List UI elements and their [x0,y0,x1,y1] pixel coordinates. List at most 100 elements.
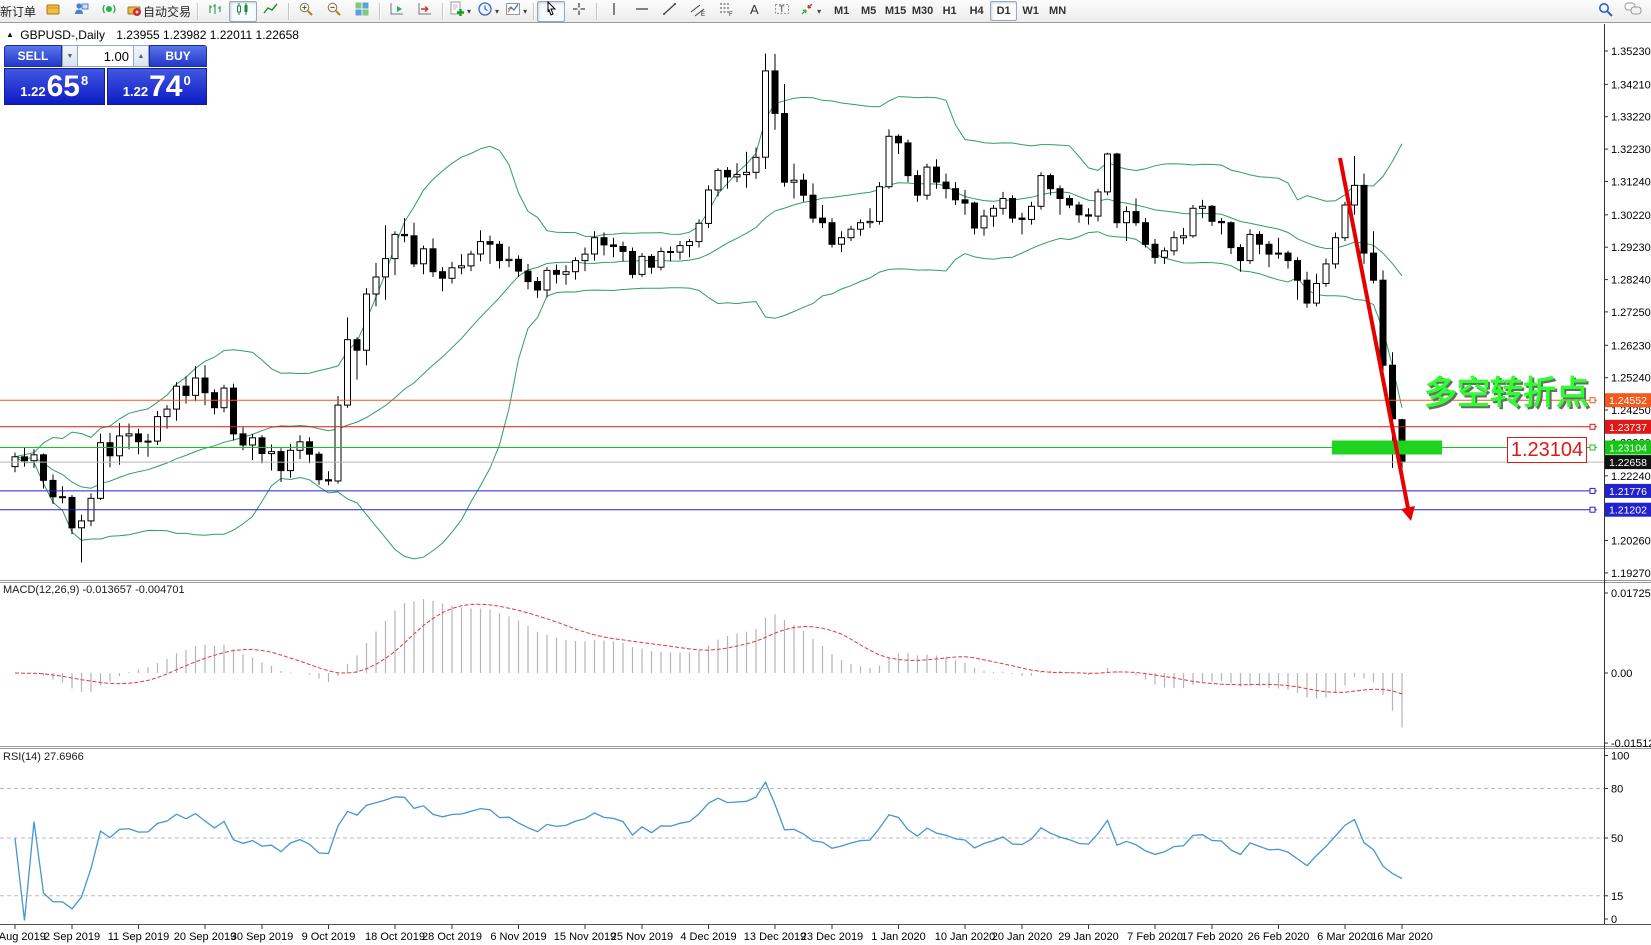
price-tick-label: 1.29230 [1611,242,1651,254]
community-button[interactable] [67,1,95,22]
arrows-shapes-icon [799,1,815,22]
svg-text:F: F [729,12,733,17]
timeframe-button-d1[interactable]: D1 [990,1,1017,21]
chart-line-icon [263,1,279,22]
arrows-shapes-button[interactable]: ▾ [796,1,824,22]
chat-button[interactable] [1619,1,1647,22]
text-icon: A [746,1,762,22]
date-label: 23 Aug 2019 [0,931,46,943]
timeframe-button-h1[interactable]: H1 [936,1,963,21]
volume-input[interactable] [78,45,133,67]
zoom-out-button[interactable] [320,1,348,22]
timeframe-button-h4[interactable]: H4 [963,1,990,21]
top-toolbar: 新订单 自动交易 ▾▾▾EFAT▾ M1M5M15M30H1H4D1W1MN [0,0,1651,23]
fibonacci-button[interactable]: F [712,1,740,22]
horizontal-line-button[interactable] [628,1,656,22]
timeframe-button-m15[interactable]: M15 [882,1,909,21]
sell-price-big: 65 [47,72,80,102]
market-button[interactable] [39,1,67,22]
macd-tick-label: 0.00 [1611,668,1632,680]
sell-price-display[interactable]: 1.22 65 8 [4,68,105,105]
line-anchor[interactable] [1590,445,1595,450]
templates-icon [505,1,521,22]
rsi-indicator-label: RSI(14) 27.6966 [3,751,84,763]
price-tick-label: 1.26230 [1611,340,1651,352]
timeframe-button-mn[interactable]: MN [1044,1,1071,21]
rsi-line [15,782,1402,920]
price-badge-label: 1.23104 [1609,443,1647,455]
macd-tick-label: 0.017252 [1611,588,1651,600]
text-button[interactable]: A [740,1,768,22]
turning-point-annotation: 多空转折点 [1424,366,1589,414]
toolbar-separator [442,3,443,20]
date-label: 25 Nov 2019 [611,931,673,943]
text-label-button[interactable]: T [768,1,796,22]
chart-line-button[interactable] [257,1,285,22]
price-tick-label: 1.22240 [1611,471,1651,483]
periods-button[interactable]: ▾ [474,1,502,22]
text-label-icon: T [774,1,790,22]
signals-icon [101,1,117,22]
chart-expand-icon[interactable]: ▲ [6,30,14,39]
rsi-tick-label: 50 [1611,833,1623,845]
tile-windows-button[interactable] [348,1,376,22]
buy-price-sup: 0 [183,73,190,88]
zoom-in-button[interactable] [292,1,320,22]
one-click-trade-panel: SELL ▼ ▲ BUY 1.22 65 8 1.22 74 0 [4,45,207,105]
vertical-line-button[interactable] [600,1,628,22]
chart-candles-button[interactable] [229,1,257,22]
main-pane [12,54,1405,563]
vertical-line-icon [606,1,622,22]
date-label: 6 Mar 2020 [1317,931,1373,943]
indicators-icon [449,1,465,22]
trendline-button[interactable] [656,1,684,22]
highlight-rectangle[interactable] [1332,441,1442,455]
line-anchor[interactable] [1590,398,1595,403]
chart-shift-button[interactable] [411,1,439,22]
price-tick-label: 1.27250 [1611,307,1651,319]
tile-windows-icon [354,1,370,22]
chart-canvas[interactable]: 1.352301.342101.332201.322301.312401.302… [0,0,1651,945]
timeframe-button-m1[interactable]: M1 [828,1,855,21]
signals-button[interactable] [95,1,123,22]
line-anchor[interactable] [1590,424,1595,429]
volume-decrease-button[interactable]: ▼ [62,45,78,67]
community-icon [73,1,89,22]
date-label: 6 Nov 2019 [490,931,546,943]
toolbar-separator [288,3,289,20]
price-badge-label: 1.21202 [1609,505,1647,517]
periods-icon [477,1,493,22]
new-order-button[interactable]: 新订单 [2,1,39,22]
chart-bars-button[interactable] [201,1,229,22]
date-label: 7 Feb 2020 [1127,931,1183,943]
timeframe-button-m5[interactable]: M5 [855,1,882,21]
date-label: 11 Sep 2019 [108,931,170,943]
date-label: 29 Jan 2020 [1058,931,1119,943]
candles-layer [12,54,1405,563]
timeframe-button-m30[interactable]: M30 [909,1,936,21]
date-label: 18 Oct 2019 [365,931,425,943]
crosshair-button[interactable] [565,1,593,22]
sell-button[interactable]: SELL [4,45,62,67]
indicators-button[interactable]: ▾ [446,1,474,22]
channel-button[interactable]: E [684,1,712,22]
volume-increase-button[interactable]: ▲ [133,45,149,67]
cursor-button[interactable] [537,1,565,22]
templates-button[interactable]: ▾ [502,1,530,22]
line-anchor[interactable] [1590,488,1595,493]
price-badge-label: 1.23737 [1609,422,1647,434]
date-label: 4 Dec 2019 [680,931,736,943]
buy-button[interactable]: BUY [149,45,207,67]
toolbar-separator [197,3,198,20]
auto-scroll-button[interactable] [383,1,411,22]
timeframe-button-w1[interactable]: W1 [1017,1,1044,21]
auto-trading-button[interactable]: 自动交易 [123,1,194,22]
search-button[interactable] [1591,1,1619,22]
chart-bars-icon [207,1,223,22]
rsi-tick-label: 80 [1611,784,1623,796]
line-anchor[interactable] [1590,507,1595,512]
buy-price-display[interactable]: 1.22 74 0 [107,68,208,105]
trend-arrow-line[interactable] [1340,158,1408,508]
price-tick-label: 1.34210 [1611,79,1651,91]
dropdown-caret-icon: ▾ [817,7,821,16]
